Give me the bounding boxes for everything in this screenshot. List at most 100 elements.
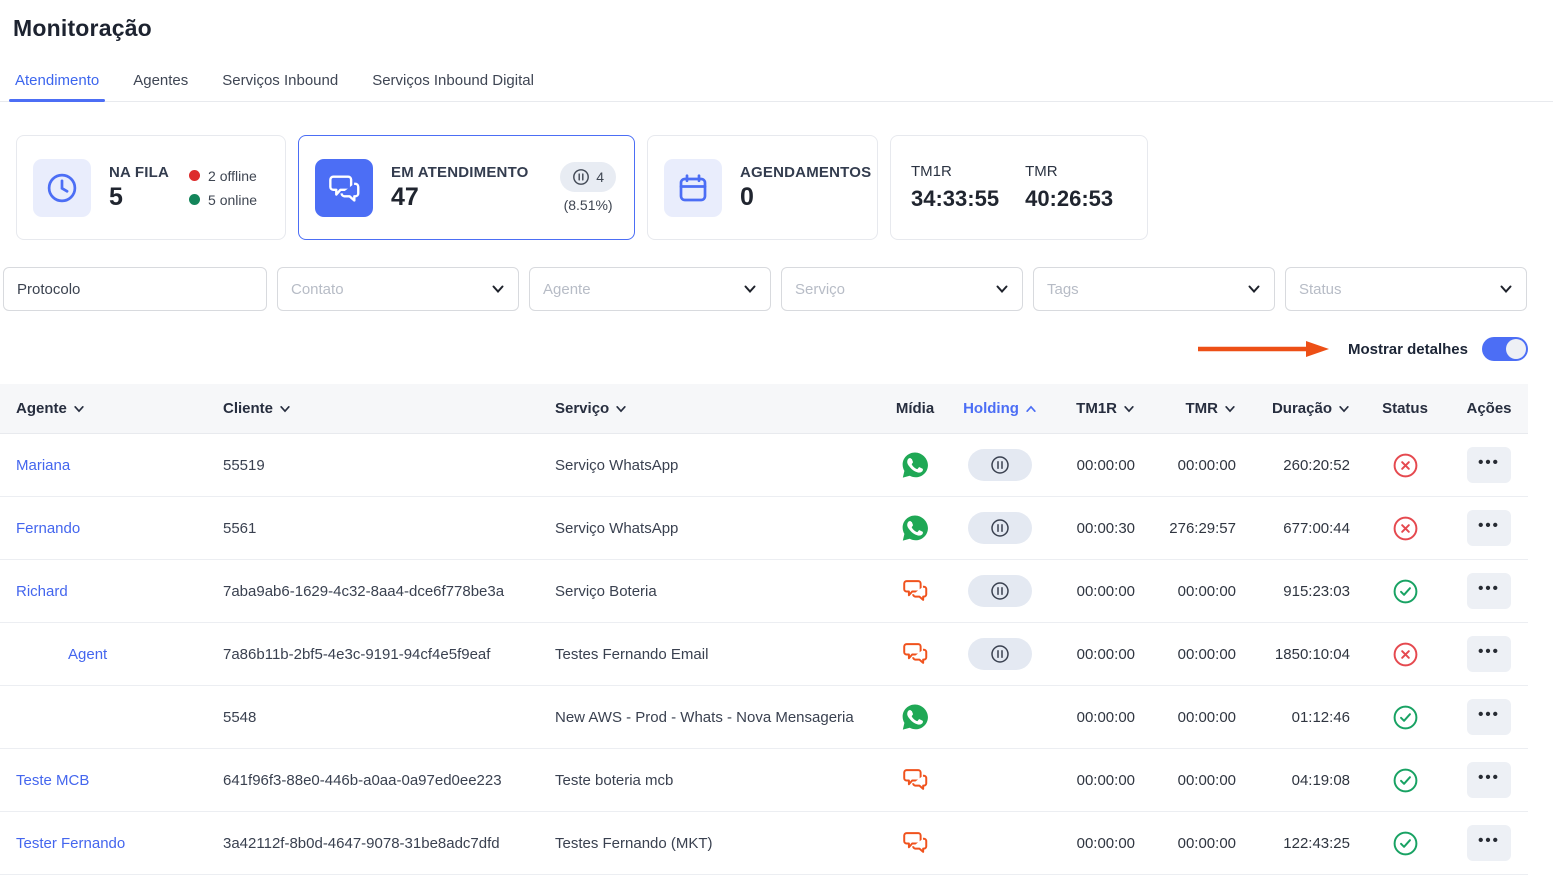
status-cell (1360, 452, 1450, 479)
table-row: Teste MCB 641f96f3-88e0-446b-a0aa-0a97ed… (0, 749, 1528, 812)
table-row: 5548 New AWS - Prod - Whats - Nova Mensa… (0, 686, 1528, 749)
details-toggle-switch[interactable] (1482, 337, 1528, 361)
tmr-cell: 276:29:57 (1145, 520, 1246, 537)
column-header-cliente[interactable]: Cliente (207, 400, 539, 417)
row-actions-button[interactable]: ••• (1467, 636, 1511, 672)
online-count: 5 online (208, 192, 257, 208)
service-cell: Testes Fernando Email (539, 646, 880, 663)
row-actions-button[interactable]: ••• (1467, 573, 1511, 609)
agente-select[interactable]: Agente (529, 267, 771, 311)
chevron-down-icon (1247, 282, 1261, 296)
agendamentos-label: AGENDAMENTOS (740, 164, 871, 181)
tmr-value: 40:26:53 (1025, 186, 1113, 212)
toggle-knob (1506, 339, 1526, 359)
holding-pause-button[interactable] (968, 638, 1032, 670)
status-error-icon (1392, 641, 1419, 668)
tags-select[interactable]: Tags (1033, 267, 1275, 311)
tm1r-cell: 00:00:00 (1050, 646, 1145, 663)
chevron-down-icon (743, 282, 757, 296)
row-actions-button[interactable]: ••• (1467, 447, 1511, 483)
tab-agentes[interactable]: Agentes (131, 64, 190, 101)
tmr-cell: 00:00:00 (1145, 772, 1246, 789)
column-header-holding[interactable]: Holding (950, 400, 1050, 417)
em-atendimento-value: 47 (391, 184, 529, 212)
online-dot-icon (189, 194, 200, 205)
duration-cell: 260:20:52 (1246, 457, 1360, 474)
client-cell: 5548 (207, 709, 539, 726)
agent-link[interactable]: Mariana (16, 457, 70, 474)
tab-servicos-inbound-digital[interactable]: Serviços Inbound Digital (370, 64, 536, 101)
service-cell: Teste boteria mcb (539, 772, 880, 789)
tmr-cell: 00:00:00 (1145, 646, 1246, 663)
agent-link[interactable]: Teste MCB (16, 772, 89, 789)
media-cell (880, 450, 950, 480)
paused-count-badge: 4 (560, 162, 616, 192)
servico-select[interactable]: Serviço (781, 267, 1023, 311)
filter-bar: Contato Agente Serviço Tags Status (3, 267, 1541, 311)
paused-percentage: (8.51%) (564, 197, 613, 213)
sort-chevron-icon (1025, 403, 1037, 415)
chat-bubbles-icon (900, 639, 930, 669)
offline-dot-icon (189, 170, 200, 181)
page-title: Monitoração (0, 0, 1553, 42)
media-cell (880, 765, 950, 795)
column-header-servico[interactable]: Serviço (539, 400, 880, 417)
column-header-tmr[interactable]: TMR (1145, 400, 1246, 417)
tm1r-value: 34:33:55 (911, 186, 999, 212)
row-actions-button[interactable]: ••• (1467, 510, 1511, 546)
whatsapp-icon (900, 702, 930, 732)
details-toggle-label: Mostrar detalhes (1348, 341, 1468, 358)
card-agendamentos[interactable]: AGENDAMENTOS 0 (647, 135, 878, 240)
client-cell: 3a42112f-8b0d-4647-9078-31be8adc7dfd (207, 835, 539, 852)
status-ok-icon (1392, 830, 1419, 857)
holding-pause-button[interactable] (968, 449, 1032, 481)
column-header-tm1r[interactable]: TM1R (1050, 400, 1145, 417)
tmr-label: TMR (1025, 163, 1113, 180)
offline-count: 2 offline (208, 168, 257, 184)
tab-servicos-inbound[interactable]: Serviços Inbound (220, 64, 340, 101)
tmr-cell: 00:00:00 (1145, 457, 1246, 474)
table-row: Richard 7aba9ab6-1629-4c32-8aa4-dce6f778… (0, 560, 1528, 623)
duration-cell: 1850:10:04 (1246, 646, 1360, 663)
service-cell: New AWS - Prod - Whats - Nova Mensageria (539, 709, 880, 726)
media-cell (880, 513, 950, 543)
duration-cell: 01:12:46 (1246, 709, 1360, 726)
sort-chevron-icon (615, 403, 627, 415)
table-header: Agente Cliente Serviço Mídia Holding TM1… (0, 384, 1528, 434)
column-header-agente[interactable]: Agente (0, 400, 207, 417)
status-error-icon (1392, 515, 1419, 542)
status-select[interactable]: Status (1285, 267, 1527, 311)
chat-bubbles-icon (900, 828, 930, 858)
agent-link[interactable]: Richard (16, 583, 68, 600)
protocolo-input[interactable] (3, 267, 267, 311)
tab-atendimento[interactable]: Atendimento (13, 64, 101, 101)
column-header-duracao[interactable]: Duração (1246, 400, 1360, 417)
row-actions-button[interactable]: ••• (1467, 699, 1511, 735)
agent-link[interactable]: Fernando (16, 520, 80, 537)
contato-select[interactable]: Contato (277, 267, 519, 311)
card-na-fila[interactable]: NA FILA 5 2 offline 5 online (16, 135, 286, 240)
holding-pause-button[interactable] (968, 575, 1032, 607)
calendar-icon (664, 159, 722, 217)
client-cell: 641f96f3-88e0-446b-a0aa-0a97ed0ee223 (207, 772, 539, 789)
duration-cell: 122:43:25 (1246, 835, 1360, 852)
status-cell (1360, 830, 1450, 857)
column-header-acoes[interactable]: Ações (1450, 400, 1528, 417)
card-em-atendimento[interactable]: EM ATENDIMENTO 47 4 (8.51%) (298, 135, 635, 240)
client-cell: 7aba9ab6-1629-4c32-8aa4-dce6f778be3a (207, 583, 539, 600)
status-cell (1360, 515, 1450, 542)
column-header-midia[interactable]: Mídia (880, 400, 950, 417)
agent-link[interactable]: Agent (68, 646, 107, 663)
client-cell: 55519 (207, 457, 539, 474)
row-actions-button[interactable]: ••• (1467, 762, 1511, 798)
agent-link[interactable]: Tester Fernando (16, 835, 125, 852)
service-cell: Testes Fernando (MKT) (539, 835, 880, 852)
status-cell (1360, 578, 1450, 605)
holding-pause-button[interactable] (968, 512, 1032, 544)
table-row: Agent 7a86b11b-2bf5-4e3c-9191-94cf4e5f9e… (0, 623, 1528, 686)
column-header-status[interactable]: Status (1360, 400, 1450, 417)
tm1r-cell: 00:00:00 (1050, 583, 1145, 600)
row-actions-button[interactable]: ••• (1467, 825, 1511, 861)
status-cell (1360, 704, 1450, 731)
tab-bar: Atendimento Agentes Serviços Inbound Ser… (0, 64, 1553, 102)
